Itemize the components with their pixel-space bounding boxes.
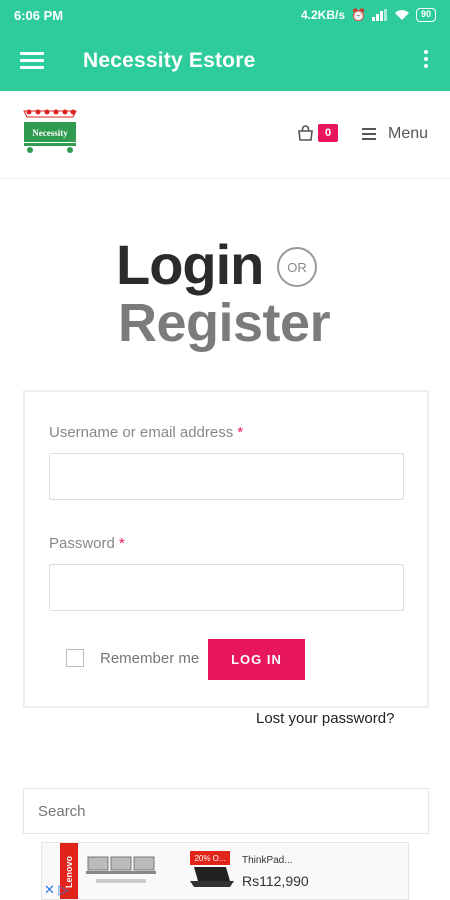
- menu-button[interactable]: Menu: [362, 125, 428, 143]
- menu-label: Menu: [388, 125, 429, 142]
- cart-button[interactable]: 0: [297, 124, 338, 142]
- ad-banner[interactable]: Lenovo 20% O... ThinkPad... Rs112,990: [41, 842, 409, 900]
- ad-price: Rs112,990: [242, 873, 309, 889]
- ad-laptop-image: [190, 867, 234, 887]
- username-label-text: Username or email address: [49, 424, 234, 441]
- login-form: Username or email address * Password * Rem…: [23, 390, 429, 708]
- required-marker: *: [118, 535, 125, 552]
- password-input[interactable]: [49, 564, 404, 611]
- status-icons: 4.2KB/s ⏰ 90: [301, 8, 436, 22]
- ad-close-icon[interactable]: ✕ ▷: [44, 882, 69, 898]
- password-label: Password *: [49, 535, 125, 552]
- svg-text:Necessity: Necessity: [32, 128, 68, 138]
- wifi-icon: [394, 10, 409, 20]
- app-bar: Necessity Estore: [0, 30, 450, 91]
- hamburger-icon[interactable]: [20, 48, 44, 73]
- remember-me-checkbox[interactable]: [66, 649, 84, 667]
- signal-icon: [371, 9, 387, 21]
- store-logo[interactable]: Necessity: [22, 107, 78, 155]
- ad-product-title: ThinkPad...: [242, 855, 293, 866]
- remember-me-row: Remember me: [66, 649, 199, 667]
- site-header: Necessity 0 Menu: [0, 91, 450, 179]
- app-title: Necessity Estore: [83, 48, 256, 72]
- lost-password-link[interactable]: Lost your password?: [256, 710, 394, 727]
- username-input[interactable]: [49, 453, 404, 500]
- password-label-text: Password: [49, 535, 115, 552]
- register-heading[interactable]: Register: [118, 292, 331, 354]
- network-speed: 4.2KB/s: [301, 8, 346, 22]
- remember-me-label[interactable]: Remember me: [100, 650, 199, 667]
- username-label: Username or email address *: [49, 424, 243, 441]
- or-divider: OR: [277, 247, 317, 287]
- search-input[interactable]: Search: [23, 788, 429, 834]
- menu-icon: [362, 125, 376, 143]
- required-marker: *: [237, 424, 244, 441]
- ad-deal-tag: 20% O...: [190, 851, 230, 865]
- shopping-bag-icon: [298, 125, 313, 141]
- alarm-icon: ⏰: [351, 8, 366, 22]
- status-time: 6:06 PM: [14, 7, 64, 23]
- status-bar: 6:06 PM 4.2KB/s ⏰ 90: [0, 0, 450, 30]
- cart-count-badge: 0: [318, 124, 338, 142]
- login-heading: Login: [116, 233, 264, 296]
- battery-icon: 90: [415, 8, 436, 22]
- more-vert-icon[interactable]: [424, 50, 428, 71]
- ad-laptops-image: [86, 856, 156, 883]
- login-button[interactable]: LOG IN: [208, 639, 305, 680]
